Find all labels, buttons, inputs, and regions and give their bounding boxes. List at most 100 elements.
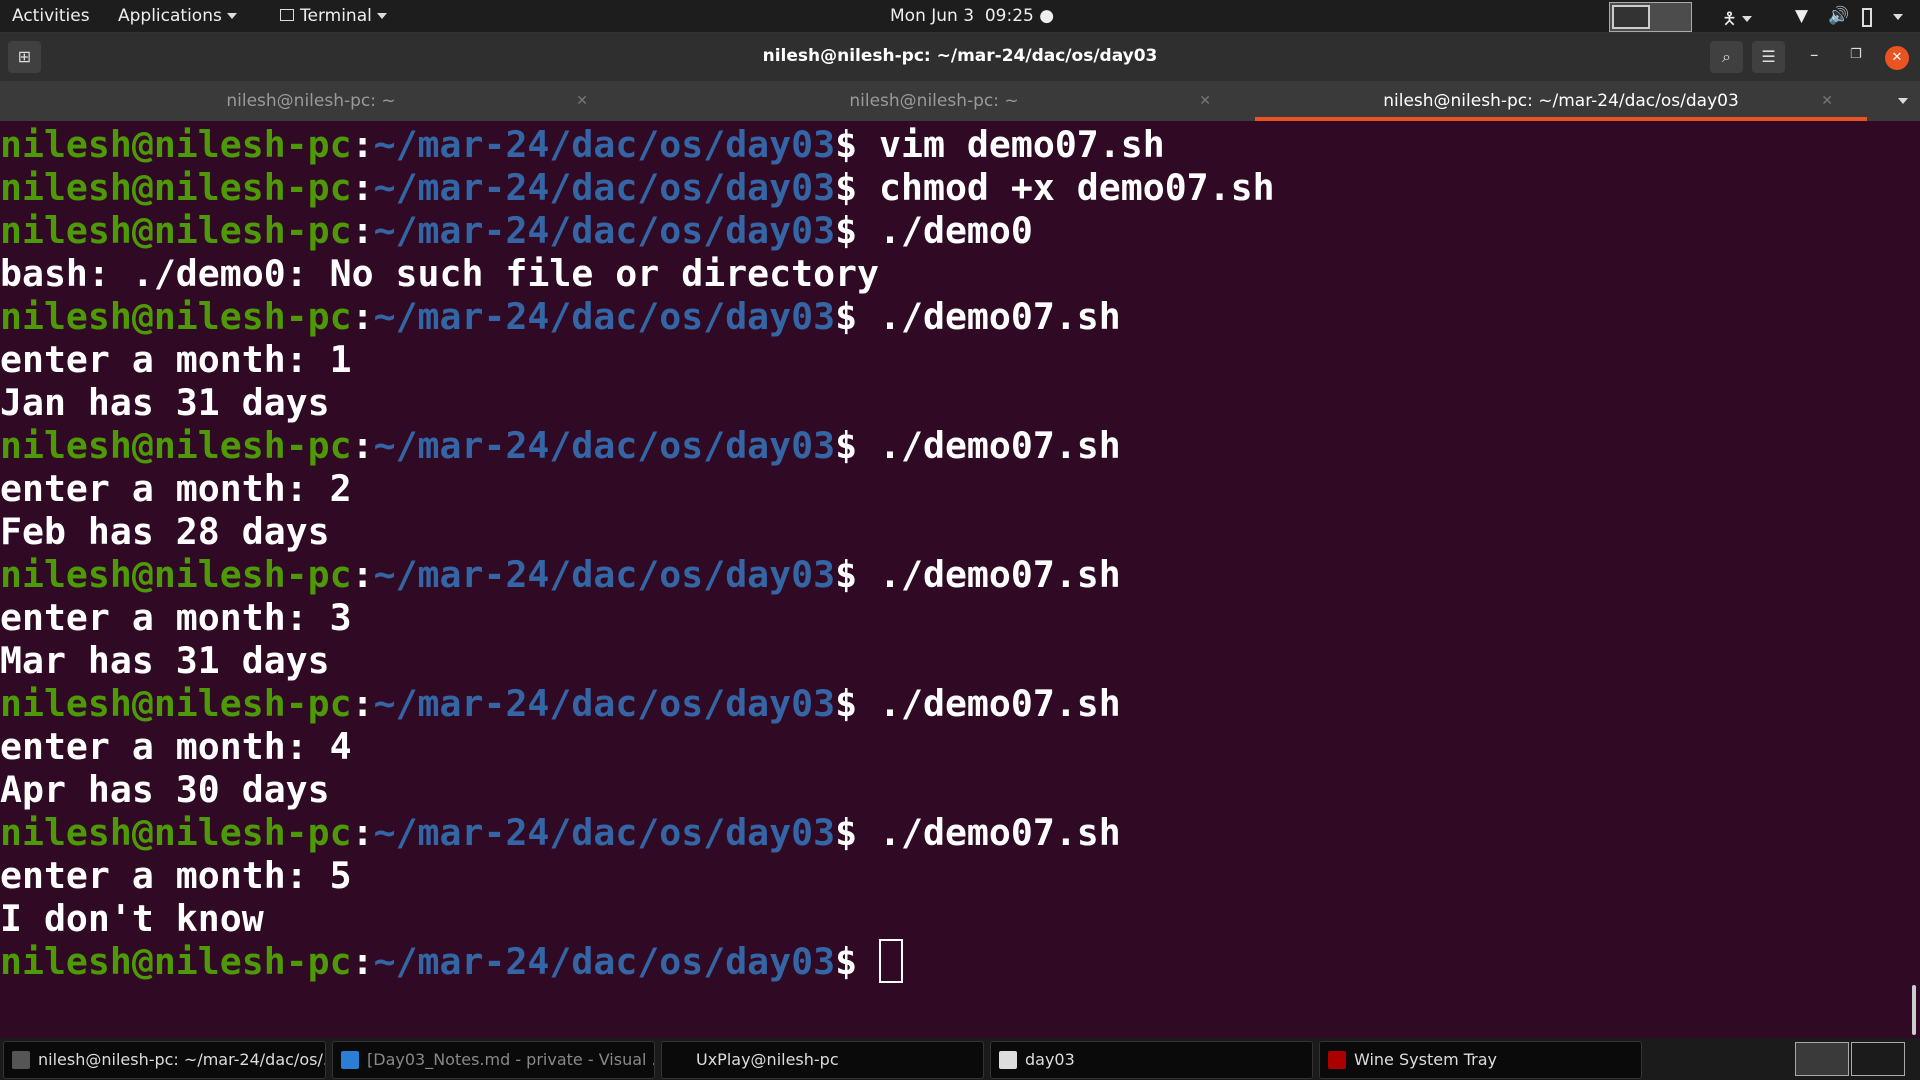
search-button[interactable]: ⌕ [1710,41,1743,73]
prompt-colon: : [351,553,374,596]
terminal-menu[interactable]: Terminal [280,6,387,26]
tab-bar: nilesh@nilesh-pc: ~ ✕ nilesh@nilesh-pc: ~… [0,81,1920,121]
prompt-colon: : [351,682,374,725]
prompt-dollar: $ [835,166,880,209]
clock-text: Mon Jun 3 09:25 [890,6,1034,26]
tab-3[interactable]: nilesh@nilesh-pc: ~/mar-24/dac/os/day03 ✕ [1255,81,1867,121]
prompt-path: ~/mar-24/dac/os/day03 [373,123,836,166]
output-line: enter a month: 5 [0,854,1905,897]
maximize-button[interactable]: ❐ [1850,47,1862,62]
prompt-user: nilesh@nilesh-pc [0,295,352,338]
prompt-dollar: $ [835,123,880,166]
close-tab-icon[interactable]: ✕ [1199,81,1211,121]
output-text: enter a month: 2 [0,467,352,510]
applications-label: Applications [118,6,222,26]
prompt-user: nilesh@nilesh-pc [0,682,352,725]
prompt-colon: : [351,123,374,166]
wifi-icon[interactable]: ▼ [1795,6,1808,26]
terminal-output[interactable]: nilesh@nilesh-pc:~/mar-24/dac/os/day03$ … [0,123,1905,983]
taskbar-item-label: [Day03_Notes.md - private - Visual ... [367,1050,655,1069]
workspace-1[interactable] [1795,1042,1849,1076]
prompt-dollar: $ [835,940,880,983]
close-tab-icon[interactable]: ✕ [1821,81,1833,121]
output-text: Mar has 31 days [0,639,330,682]
output-text: bash: ./demo0: No such file or directory [0,252,879,295]
terminal-icon [280,9,294,21]
command-text: ./demo0 [879,209,1033,252]
tab-2[interactable]: nilesh@nilesh-pc: ~ ✕ [623,81,1245,121]
prompt-colon: : [351,811,374,854]
prompt-line: nilesh@nilesh-pc:~/mar-24/dac/os/day03$ … [0,424,1905,467]
prompt-colon: : [351,166,374,209]
output-line: enter a month: 4 [0,725,1905,768]
taskbar-item[interactable]: Wine System Tray [1319,1041,1642,1079]
output-text: enter a month: 5 [0,854,352,897]
command-text: ./demo07.sh [879,811,1121,854]
taskbar-item[interactable]: UxPlay@nilesh-pc [661,1041,984,1079]
command-text: ./demo07.sh [879,682,1121,725]
output-text: enter a month: 4 [0,725,352,768]
output-text: Feb has 28 days [0,510,330,553]
close-tab-icon[interactable]: ✕ [576,81,588,121]
terminal-label: Terminal [300,6,372,26]
taskbar-item-label: UxPlay@nilesh-pc [696,1050,839,1069]
output-text: I don't know [0,897,264,940]
chevron-down-icon [376,13,387,19]
tab-list-chevron-icon[interactable] [1898,98,1908,104]
tab-1[interactable]: nilesh@nilesh-pc: ~ ✕ [0,81,622,121]
prompt-path: ~/mar-24/dac/os/day03 [373,553,836,596]
prompt-line: nilesh@nilesh-pc:~/mar-24/dac/os/day03$ … [0,209,1905,252]
wine-icon [1328,1051,1346,1069]
command-text: chmod +x demo07.sh [879,166,1275,209]
taskbar-item-label: Wine System Tray [1354,1050,1498,1069]
output-line: Feb has 28 days [0,510,1905,553]
cursor [879,938,904,983]
prompt-line: nilesh@nilesh-pc:~/mar-24/dac/os/day03$ … [0,123,1905,166]
activities-button[interactable]: Activities [12,6,90,26]
prompt-path: ~/mar-24/dac/os/day03 [373,209,836,252]
accessibility-icon[interactable]: 🯅 [1722,6,1752,35]
prompt-user: nilesh@nilesh-pc [0,811,352,854]
command-text: ./demo07.sh [879,295,1121,338]
prompt-line: nilesh@nilesh-pc:~/mar-24/dac/os/day03$ … [0,295,1905,338]
terminal-icon [12,1051,30,1069]
prompt-line: nilesh@nilesh-pc:~/mar-24/dac/os/day03$ … [0,682,1905,725]
taskbar-item[interactable]: nilesh@nilesh-pc: ~/mar-24/dac/os/... [3,1041,326,1079]
output-line: enter a month: 1 [0,338,1905,381]
notification-dot-icon: ● [1039,6,1055,26]
volume-icon[interactable]: 🔊 [1828,6,1849,26]
applications-menu[interactable]: Applications [118,6,237,26]
output-text: Jan has 31 days [0,381,330,424]
prompt-user: nilesh@nilesh-pc [0,940,352,983]
close-button[interactable]: ✕ [1885,46,1909,70]
output-line: enter a month: 2 [0,467,1905,510]
battery-icon[interactable] [1862,8,1872,27]
prompt-dollar: $ [835,424,880,467]
prompt-user: nilesh@nilesh-pc [0,166,352,209]
vscode-icon [341,1051,359,1069]
prompt-colon: : [351,209,374,252]
prompt-dollar: $ [835,209,880,252]
taskbar: nilesh@nilesh-pc: ~/mar-24/dac/os/... [Da… [0,1038,1920,1080]
command-text: ./demo07.sh [879,553,1121,596]
workspace-2[interactable] [1851,1042,1905,1076]
prompt-user: nilesh@nilesh-pc [0,123,352,166]
prompt-dollar: $ [835,682,880,725]
tab-label: nilesh@nilesh-pc: ~ [849,91,1019,111]
scrollbar[interactable] [1912,985,1916,1035]
command-text: ./demo07.sh [879,424,1121,467]
output-text: Apr has 30 days [0,768,330,811]
workspace-1[interactable] [1612,5,1650,29]
workspace-switcher[interactable] [1609,2,1692,32]
minimize-button[interactable]: – [1810,45,1819,65]
prompt-line: nilesh@nilesh-pc:~/mar-24/dac/os/day03$ … [0,166,1905,209]
menu-button[interactable]: ☰ [1752,41,1785,73]
clock[interactable]: Mon Jun 3 09:25 ● [890,6,1054,26]
output-line: I don't know [0,897,1905,940]
folder-icon [999,1051,1017,1069]
system-menu-chevron-icon[interactable] [1893,14,1903,20]
output-line: bash: ./demo0: No such file or directory [0,252,1905,295]
taskbar-item[interactable]: day03 [990,1041,1313,1079]
taskbar-item[interactable]: [Day03_Notes.md - private - Visual ... [332,1041,655,1079]
tab-label: nilesh@nilesh-pc: ~/mar-24/dac/os/day03 [1383,91,1739,111]
